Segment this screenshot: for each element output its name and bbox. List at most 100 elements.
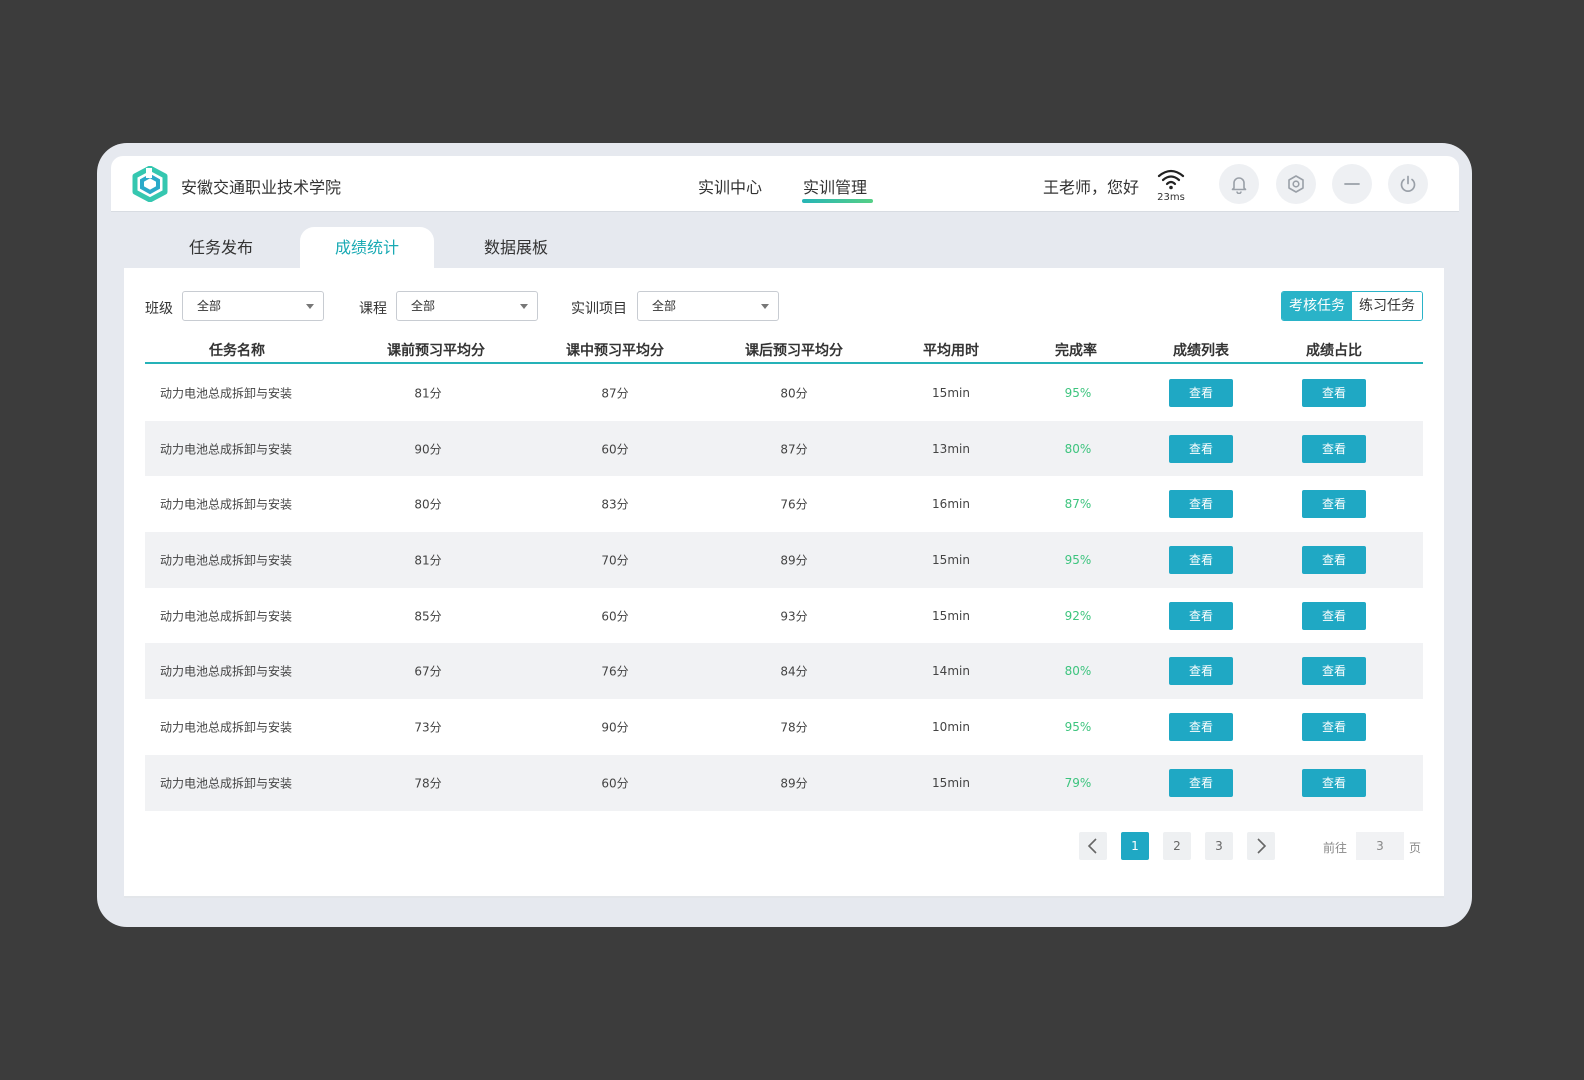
task-name-cell: 动力电池总成拆卸与安装: [160, 720, 293, 735]
avg-time-cell: 15min: [932, 608, 970, 623]
page-button-2[interactable]: 2: [1163, 832, 1191, 860]
completion-rate-cell: 95%: [1064, 385, 1092, 400]
col-pre-class-avg: 课前预习平均分: [387, 343, 485, 359]
view-grade-ratio-button[interactable]: 查看: [1302, 601, 1366, 630]
notification-button[interactable]: [1219, 164, 1259, 204]
post-class-avg-cell: 76分: [780, 497, 808, 512]
task-name-cell: 动力电池总成拆卸与安装: [160, 497, 293, 512]
practice-task-toggle[interactable]: 练习任务: [1352, 292, 1422, 320]
settings-button[interactable]: [1276, 164, 1316, 204]
col-task-name: 任务名称: [209, 343, 265, 359]
completion-rate-cell: 95%: [1064, 719, 1092, 734]
tab-task-publish[interactable]: 任务发布: [189, 227, 253, 269]
nav-training-management[interactable]: 实训管理: [803, 174, 867, 198]
task-type-toggle: 考核任务 练习任务: [1281, 291, 1423, 321]
view-grade-ratio-button[interactable]: 查看: [1302, 768, 1366, 797]
goto-page-input[interactable]: 3: [1356, 832, 1404, 860]
completion-rate-cell: 87%: [1064, 497, 1092, 512]
project-select[interactable]: 全部: [637, 291, 779, 321]
post-class-avg-cell: 93分: [780, 609, 808, 624]
school-name: 安徽交通职业技术学院: [181, 178, 342, 197]
chevron-down-icon: [520, 304, 528, 309]
post-class-avg-cell: 89分: [780, 553, 808, 568]
table-row: 动力电池总成拆卸与安装 80分 83分 76分 16min 87% 查看 查看: [145, 476, 1423, 532]
in-class-avg-cell: 60分: [601, 442, 629, 457]
avg-time-cell: 15min: [932, 552, 970, 567]
task-name-cell: 动力电池总成拆卸与安装: [160, 553, 293, 568]
in-class-avg-cell: 90分: [601, 720, 629, 735]
post-class-avg-cell: 89分: [780, 776, 808, 791]
view-grade-list-button[interactable]: 查看: [1169, 601, 1233, 630]
view-grade-ratio-button[interactable]: 查看: [1302, 378, 1366, 407]
post-class-avg-cell: 84分: [780, 664, 808, 679]
col-grade-ratio: 成绩占比: [1306, 343, 1362, 359]
table-row: 动力电池总成拆卸与安装 67分 76分 84分 14min 80% 查看 查看: [145, 643, 1423, 700]
course-select-value: 全部: [411, 299, 436, 313]
class-filter-label: 班级: [145, 301, 173, 317]
view-grade-ratio-button[interactable]: 查看: [1302, 490, 1366, 519]
grade-statistics-panel: 班级 全部 课程 全部 实训项目 全部 考核任务 练习任务 任务名称 课前预习平…: [124, 268, 1444, 898]
view-grade-ratio-button[interactable]: 查看: [1302, 712, 1366, 741]
post-class-avg-cell: 80分: [780, 386, 808, 401]
top-header: 安徽交通职业技术学院 实训中心 实训管理 王老师，您好 23ms: [111, 156, 1459, 212]
table-body: 动力电池总成拆卸与安装 81分 87分 80分 15min 95% 查看 查看 动力电池总成拆卸…: [145, 365, 1423, 811]
pre-class-avg-cell: 85分: [414, 609, 442, 624]
project-select-value: 全部: [652, 299, 677, 313]
in-class-avg-cell: 83分: [601, 497, 629, 512]
view-grade-ratio-button[interactable]: 查看: [1302, 434, 1366, 463]
avg-time-cell: 15min: [932, 385, 970, 400]
view-grade-ratio-button[interactable]: 查看: [1302, 657, 1366, 686]
view-grade-list-button[interactable]: 查看: [1169, 434, 1233, 463]
tab-grade-statistics[interactable]: 成绩统计: [300, 227, 434, 269]
chevron-down-icon: [306, 304, 314, 309]
page-button-3[interactable]: 3: [1205, 832, 1233, 860]
pre-class-avg-cell: 73分: [414, 720, 442, 735]
task-name-cell: 动力电池总成拆卸与安装: [160, 442, 293, 457]
table-row: 动力电池总成拆卸与安装 81分 70分 89分 15min 95% 查看 查看: [145, 532, 1423, 588]
course-select[interactable]: 全部: [396, 291, 538, 321]
in-class-avg-cell: 60分: [601, 776, 629, 791]
completion-rate-cell: 80%: [1064, 441, 1092, 456]
table-row: 动力电池总成拆卸与安装 81分 87分 80分 15min 95% 查看 查看: [145, 365, 1423, 421]
in-class-avg-cell: 70分: [601, 553, 629, 568]
tab-bar: 任务发布 成绩统计 数据展板: [124, 227, 1444, 269]
class-select[interactable]: 全部: [182, 291, 324, 321]
nav-active-indicator: [802, 199, 873, 203]
app-window: 安徽交通职业技术学院 实训中心 实训管理 王老师，您好 23ms 任务发布 成绩…: [97, 143, 1472, 927]
in-class-avg-cell: 87分: [601, 386, 629, 401]
pre-class-avg-cell: 81分: [414, 386, 442, 401]
power-icon: [1400, 175, 1416, 192]
prev-page-button[interactable]: [1079, 832, 1107, 860]
tab-data-board[interactable]: 数据展板: [484, 227, 548, 269]
page-button-1[interactable]: 1: [1121, 832, 1149, 860]
avg-time-cell: 15min: [932, 775, 970, 790]
view-grade-list-button[interactable]: 查看: [1169, 490, 1233, 519]
power-button[interactable]: [1388, 164, 1428, 204]
next-page-button[interactable]: [1247, 832, 1275, 860]
latency-text: 23ms: [1157, 192, 1185, 203]
chevron-left-icon: [1087, 838, 1097, 854]
task-name-cell: 动力电池总成拆卸与安装: [160, 386, 293, 401]
minimize-button[interactable]: [1332, 164, 1372, 204]
task-name-cell: 动力电池总成拆卸与安装: [160, 609, 293, 624]
view-grade-list-button[interactable]: 查看: [1169, 545, 1233, 574]
in-class-avg-cell: 60分: [601, 609, 629, 624]
nav-training-center[interactable]: 实训中心: [698, 174, 762, 198]
avg-time-cell: 10min: [932, 719, 970, 734]
view-grade-list-button[interactable]: 查看: [1169, 712, 1233, 741]
view-grade-list-button[interactable]: 查看: [1169, 378, 1233, 407]
network-status: 23ms: [1156, 168, 1186, 208]
avg-time-cell: 14min: [932, 664, 970, 679]
goto-prefix: 前往: [1323, 841, 1348, 855]
minimize-icon: [1344, 183, 1360, 185]
view-grade-ratio-button[interactable]: 查看: [1302, 545, 1366, 574]
col-grade-list: 成绩列表: [1173, 343, 1229, 359]
view-grade-list-button[interactable]: 查看: [1169, 768, 1233, 797]
col-completion-rate: 完成率: [1055, 343, 1097, 359]
project-filter-label: 实训项目: [571, 301, 627, 317]
exam-task-toggle[interactable]: 考核任务: [1282, 292, 1352, 320]
bell-icon: [1231, 177, 1247, 194]
pre-class-avg-cell: 90分: [414, 442, 442, 457]
post-class-avg-cell: 78分: [780, 720, 808, 735]
view-grade-list-button[interactable]: 查看: [1169, 657, 1233, 686]
